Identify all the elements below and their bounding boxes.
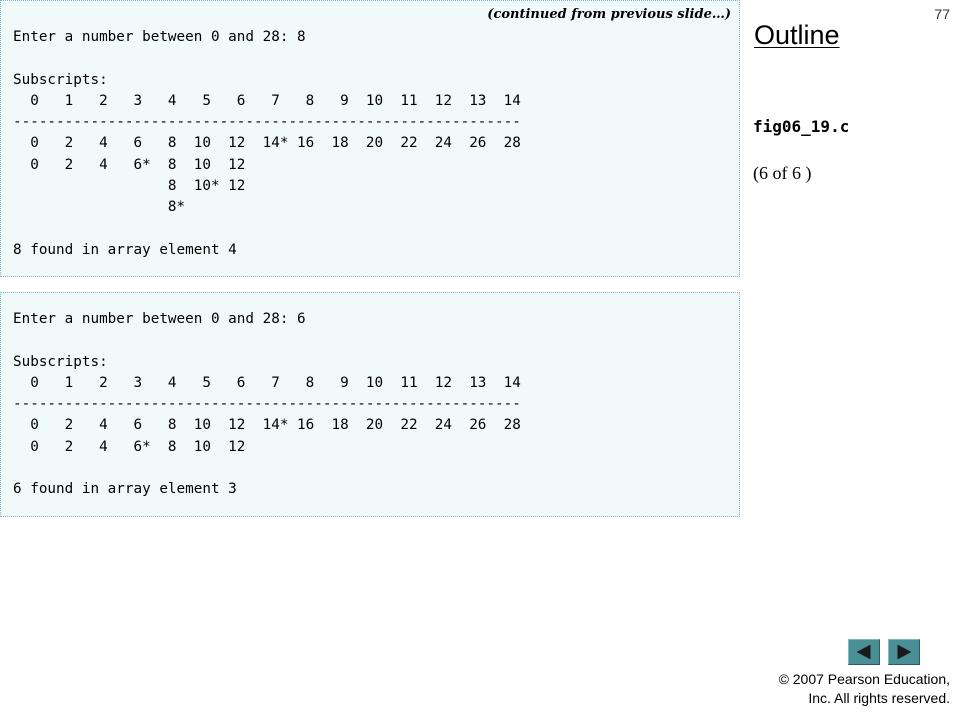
- program-output-panel-1: (continued from previous slide…) Enter a…: [0, 0, 740, 277]
- program-output-panel-2: Enter a number between 0 and 28: 6 Subsc…: [0, 292, 740, 517]
- page-indicator: (6 of 6 ): [753, 163, 812, 183]
- continued-note: (continued from previous slide…): [487, 7, 731, 22]
- triangle-left-icon: [856, 644, 871, 660]
- copyright-footer: © 2007 Pearson Education, Inc. All right…: [750, 670, 950, 708]
- file-name: fig06_19.c: [753, 117, 850, 136]
- outline-title: Outline: [754, 20, 840, 50]
- copyright-line-2: Inc. All rights reserved.: [808, 690, 950, 706]
- console-output-2: Enter a number between 0 and 28: 6 Subsc…: [13, 311, 521, 498]
- triangle-right-icon: [897, 644, 912, 660]
- slide-number: 77: [934, 6, 950, 22]
- console-output-1: Enter a number between 0 and 28: 8 Subsc…: [13, 29, 521, 258]
- copyright-line-1: © 2007 Pearson Education,: [778, 671, 950, 687]
- next-slide-button[interactable]: [888, 639, 920, 665]
- previous-slide-button[interactable]: [848, 639, 880, 665]
